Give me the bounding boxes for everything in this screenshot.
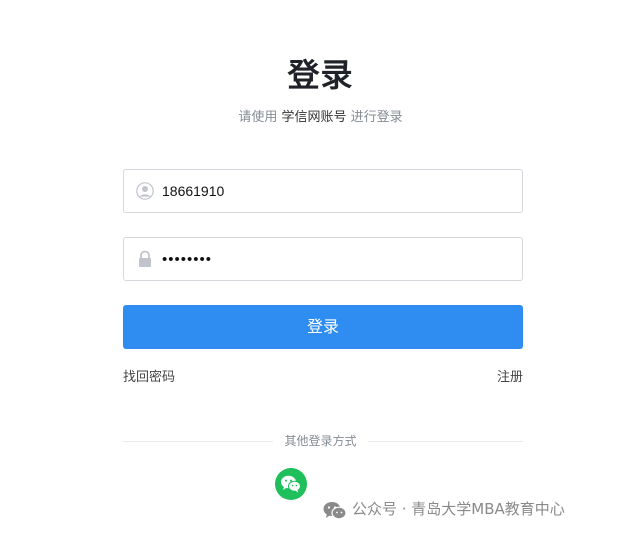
wechat-login-button[interactable]	[275, 468, 307, 500]
user-icon	[136, 182, 154, 200]
password-input[interactable]	[162, 238, 502, 280]
wechat-official-account-icon	[322, 500, 348, 520]
subtitle-suffix: 进行登录	[350, 110, 403, 125]
page-subtitle: 请使用 学信网账号 进行登录	[0, 109, 641, 127]
subtitle-prefix: 请使用	[238, 110, 278, 125]
page-title: 登录	[287, 56, 354, 94]
watermark: 公众号 · 青岛大学MBA教育中心	[322, 497, 565, 521]
watermark-text: 公众号 · 青岛大学MBA教育中心	[352, 500, 565, 518]
password-field[interactable]	[123, 237, 523, 281]
subtitle-account-name: 学信网账号	[281, 110, 347, 125]
other-login-label: 其他登录方式	[284, 434, 357, 448]
login-button[interactable]: 登录	[123, 305, 523, 349]
wechat-icon	[281, 475, 301, 493]
username-input[interactable]	[162, 170, 502, 212]
lock-icon	[136, 250, 154, 268]
forgot-password-link[interactable]: 找回密码	[123, 369, 175, 387]
username-field[interactable]	[123, 169, 523, 213]
register-link[interactable]: 注册	[497, 369, 523, 387]
